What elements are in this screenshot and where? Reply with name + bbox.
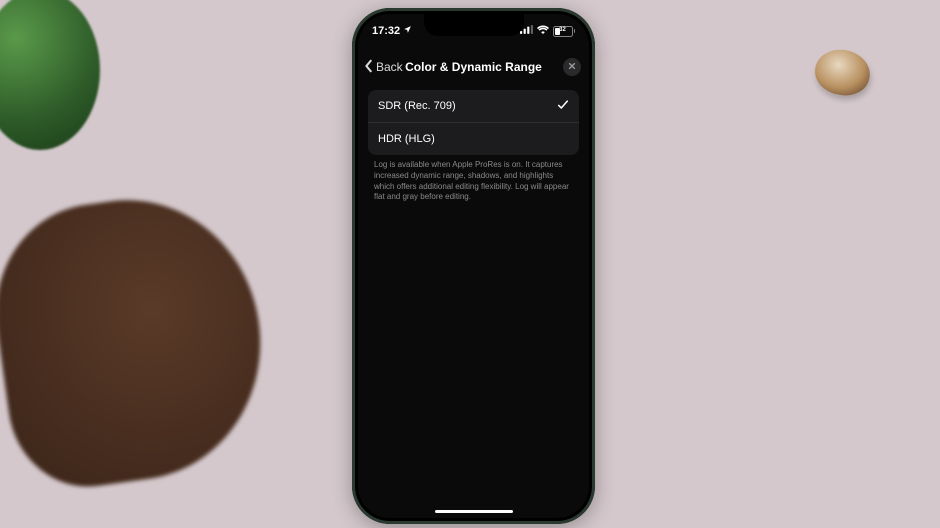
footer-description: Log is available when Apple ProRes is on… [374,160,573,203]
iphone-device: 17:32 32 [352,8,595,524]
home-indicator[interactable] [435,510,513,513]
option-sdr[interactable]: SDR (Rec. 709) [368,90,579,123]
chevron-left-icon [364,59,376,76]
options-group: SDR (Rec. 709) HDR (HLG) [368,90,579,155]
notch [424,14,524,36]
screen: 17:32 32 [358,14,589,518]
close-icon [568,62,576,73]
back-button[interactable]: Back [364,59,403,76]
back-label: Back [376,60,403,74]
wifi-icon [537,25,549,37]
option-label: SDR (Rec. 709) [378,100,456,112]
page-title: Color & Dynamic Range [405,60,542,74]
navigation-bar: Back Color & Dynamic Range [358,50,589,84]
battery-icon: 32 [553,26,576,37]
decorative-plant [0,0,100,150]
status-left: 17:32 [372,25,412,37]
status-time: 17:32 [372,25,400,37]
checkmark-icon [557,99,569,114]
option-hdr[interactable]: HDR (HLG) [368,123,579,155]
option-label: HDR (HLG) [378,133,435,145]
status-right: 32 [520,25,576,37]
decorative-shell [811,45,874,100]
close-button[interactable] [563,58,581,76]
hand [0,183,278,496]
location-icon [403,25,412,37]
